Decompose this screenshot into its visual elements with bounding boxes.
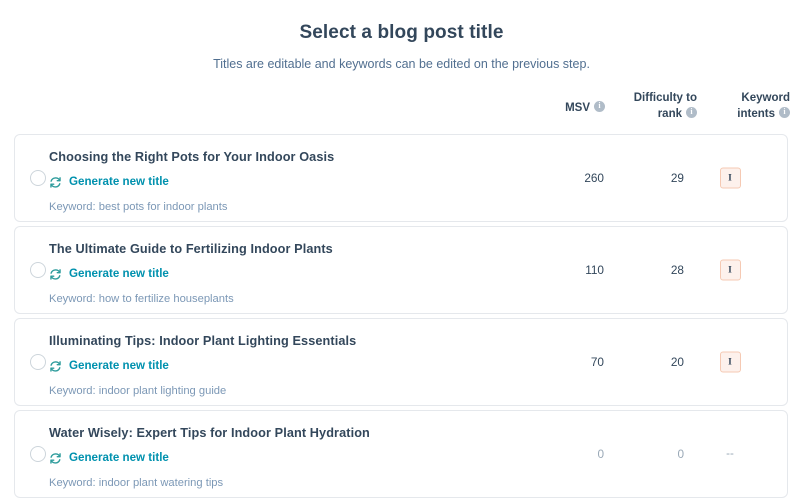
refresh-icon [49, 452, 62, 465]
page-header: Select a blog post title Titles are edit… [0, 0, 803, 73]
title-option-card[interactable]: Water Wisely: Expert Tips for Indoor Pla… [14, 410, 788, 498]
difficulty-value: 28 [670, 263, 684, 277]
title-option-body: Illuminating Tips: Indoor Plant Lighting… [49, 332, 529, 399]
title-option-body: Water Wisely: Expert Tips for Indoor Pla… [49, 424, 529, 491]
difficulty-value: 0 [677, 447, 684, 461]
blog-title-text[interactable]: The Ultimate Guide to Fertilizing Indoor… [49, 240, 529, 258]
page-subtitle: Titles are editable and keywords can be … [213, 57, 590, 71]
intents-info-icon[interactable] [779, 106, 790, 118]
title-option-body: Choosing the Right Pots for Your Indoor … [49, 148, 529, 215]
column-header-difficulty: Difficulty to rank [601, 90, 697, 122]
msv-value: 260 [584, 171, 604, 185]
keyword-intent-badge[interactable]: I [719, 259, 741, 281]
column-header-intents-line1: Keyword [741, 92, 790, 104]
title-option-card[interactable]: Illuminating Tips: Indoor Plant Lighting… [14, 318, 788, 406]
difficulty-value: 20 [670, 355, 684, 369]
refresh-icon [49, 176, 62, 189]
msv-value: 70 [590, 355, 604, 369]
blog-title-text[interactable]: Illuminating Tips: Indoor Plant Lighting… [49, 332, 529, 350]
column-header-msv: MSV [485, 100, 605, 116]
keyword-intent-cell: -- [695, 446, 765, 462]
keyword-text: Keyword: indoor plant watering tips [49, 477, 224, 489]
column-header-intents-line2: intents [737, 108, 775, 120]
generate-new-title-button[interactable]: Generate new title [49, 174, 169, 190]
column-headers: MSV Difficulty to rank Keyword intents [0, 86, 803, 128]
generate-new-title-button[interactable]: Generate new title [49, 266, 169, 282]
title-options-list: Choosing the Right Pots for Your Indoor … [14, 134, 788, 502]
generate-new-title-label: Generate new title [69, 175, 169, 188]
keyword-intent-empty: -- [726, 448, 734, 460]
blog-title-text[interactable]: Water Wisely: Expert Tips for Indoor Pla… [49, 424, 529, 442]
generate-new-title-label: Generate new title [69, 267, 169, 280]
keyword-text: Keyword: how to fertilize houseplants [49, 293, 234, 305]
generate-new-title-label: Generate new title [69, 451, 169, 464]
keyword-text: Keyword: best pots for indoor plants [49, 201, 228, 213]
difficulty-value: 29 [670, 171, 684, 185]
keyword-text: Keyword: indoor plant lighting guide [49, 385, 227, 397]
difficulty-info-icon[interactable] [686, 106, 697, 118]
select-title-radio[interactable] [30, 446, 46, 462]
column-header-intents: Keyword intents [698, 90, 790, 122]
select-title-radio[interactable] [30, 170, 46, 186]
select-title-radio[interactable] [30, 262, 46, 278]
generate-new-title-label: Generate new title [69, 359, 169, 372]
blog-title-selection-page: Select a blog post title Titles are edit… [0, 0, 803, 504]
blog-title-text[interactable]: Choosing the Right Pots for Your Indoor … [49, 148, 529, 166]
keyword-intent-badge[interactable]: I [719, 351, 741, 373]
title-option-body: The Ultimate Guide to Fertilizing Indoor… [49, 240, 529, 307]
page-title: Select a blog post title [299, 22, 504, 43]
keyword-intent-cell: I [695, 259, 765, 281]
generate-new-title-button[interactable]: Generate new title [49, 450, 169, 466]
keyword-intent-cell: I [695, 167, 765, 189]
refresh-icon [49, 268, 62, 281]
generate-new-title-button[interactable]: Generate new title [49, 358, 169, 374]
column-header-difficulty-line1: Difficulty to [633, 92, 697, 104]
refresh-icon [49, 360, 62, 373]
title-option-card[interactable]: The Ultimate Guide to Fertilizing Indoor… [14, 226, 788, 314]
msv-value: 0 [597, 447, 604, 461]
select-title-radio[interactable] [30, 354, 46, 370]
column-header-msv-label: MSV [565, 102, 590, 114]
msv-value: 110 [585, 263, 604, 277]
title-option-card[interactable]: Choosing the Right Pots for Your Indoor … [14, 134, 788, 222]
keyword-intent-badge[interactable]: I [719, 167, 741, 189]
column-header-difficulty-line2: rank [657, 108, 682, 120]
keyword-intent-cell: I [695, 351, 765, 373]
